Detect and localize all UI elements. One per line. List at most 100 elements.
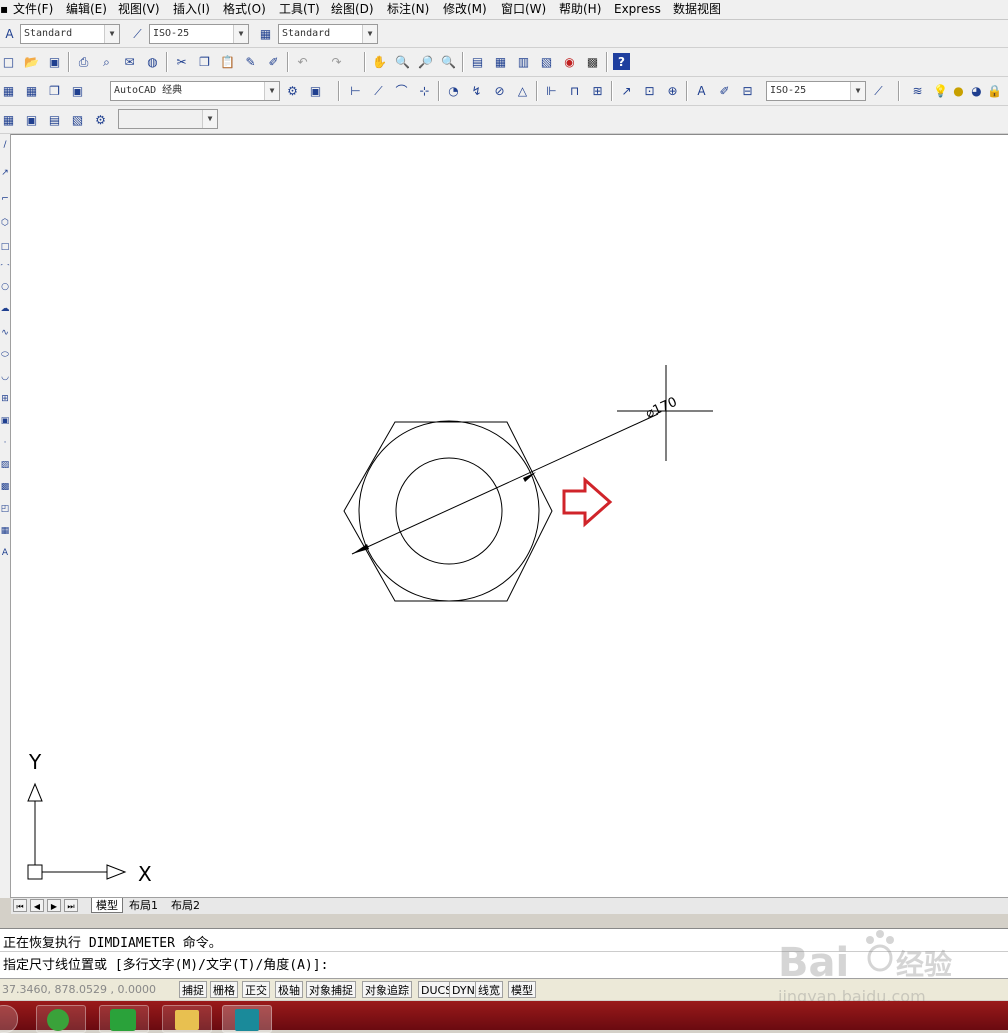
workspace-gear-icon[interactable]: ⚙ — [284, 82, 301, 99]
dim-text-edit-icon[interactable]: ✐ — [716, 82, 733, 99]
plot-icon[interactable]: ◍ — [144, 53, 161, 70]
print-icon[interactable]: ⎙ — [75, 53, 92, 70]
dim-diameter-icon[interactable]: ⊘ — [491, 82, 508, 99]
layout-icon[interactable]: ❐ — [46, 82, 63, 99]
menu-express[interactable]: Express — [614, 2, 661, 17]
workspace-settings-icon[interactable]: ▦ — [23, 82, 40, 99]
preview-icon[interactable]: ⌕ — [98, 53, 115, 70]
zoom-previous-icon[interactable]: 🔍 — [440, 53, 457, 70]
calculator-icon[interactable]: ▩ — [584, 53, 601, 70]
layer-state-icon[interactable]: ▤ — [46, 111, 63, 128]
menu-file[interactable]: 文件(F) — [13, 2, 53, 17]
blockeditor-icon[interactable]: ✐ — [265, 53, 282, 70]
paste-icon[interactable]: 📋 — [219, 53, 236, 70]
dim-update-icon[interactable]: ⊟ — [739, 82, 756, 99]
snap-toggle[interactable]: 捕捉 — [179, 981, 207, 998]
otrack-toggle[interactable]: 对象追踪 — [362, 981, 412, 998]
matchprop-icon[interactable]: ✎ — [242, 53, 259, 70]
layer-manager-icon[interactable]: ≋ — [909, 82, 926, 99]
command-prompt[interactable]: 指定尺寸线位置或 [多行文字(M)/文字(T)/角度(A)]: — [3, 954, 328, 973]
dim-baseline-icon[interactable]: ⊓ — [566, 82, 583, 99]
lightbulb-icon[interactable]: 💡 — [932, 82, 949, 99]
drawing-canvas[interactable]: ⌀170 X Y — [11, 134, 1008, 899]
prev-tab-icon[interactable]: ◀ — [30, 899, 44, 912]
dyn-toggle[interactable]: DYN — [449, 981, 478, 998]
text-style-icon[interactable]: A — [1, 25, 18, 42]
tolerance-icon[interactable]: ⊡ — [641, 82, 658, 99]
markup-icon[interactable]: ◉ — [561, 53, 578, 70]
toolpalettes-icon[interactable]: ▥ — [515, 53, 532, 70]
dim-edit-icon[interactable]: A — [693, 82, 710, 99]
table-style-icon[interactable]: ▦ — [257, 25, 274, 42]
undo-icon[interactable]: ↶ — [294, 53, 311, 70]
make-block-icon[interactable]: ▣ — [0, 416, 10, 426]
line-icon[interactable]: / — [0, 140, 10, 150]
point-icon[interactable]: · — [0, 438, 10, 448]
menu-dimension[interactable]: 标注(N) — [387, 2, 429, 17]
table-icon[interactable]: ▦ — [0, 526, 10, 536]
dim-style-select[interactable]: ISO-25 ▼ — [149, 24, 249, 44]
next-tab-icon[interactable]: ▶ — [47, 899, 61, 912]
dim-style-select-2[interactable]: ISO-25 ▼ — [766, 81, 866, 101]
designcenter-icon[interactable]: ▦ — [492, 53, 509, 70]
quick-dim-icon[interactable]: ⊩ — [543, 82, 560, 99]
sun-icon[interactable]: ● — [950, 82, 967, 99]
taskbar-browser[interactable] — [36, 1005, 86, 1033]
menu-help[interactable]: 帮助(H) — [559, 2, 601, 17]
circle-icon[interactable]: ○ — [0, 282, 10, 292]
dim-aligned-icon[interactable]: ⟋ — [370, 82, 387, 99]
text-style-select[interactable]: Standard ▼ — [20, 24, 120, 44]
start-button[interactable] — [0, 1005, 18, 1033]
publish-icon[interactable]: ✉ — [121, 53, 138, 70]
mtext-icon[interactable]: A — [0, 548, 10, 558]
lock-icon[interactable]: 🔒 — [986, 82, 1003, 99]
cut-icon[interactable]: ✂ — [173, 53, 190, 70]
rectangle-icon[interactable]: □ — [0, 242, 10, 252]
menu-format[interactable]: 格式(O) — [223, 2, 266, 17]
dim-jogged-icon[interactable]: ↯ — [468, 82, 485, 99]
redo-icon[interactable]: ↷ — [328, 53, 345, 70]
workspace-select[interactable]: AutoCAD 经典 ▼ — [110, 81, 280, 101]
layer-prev-icon[interactable]: ▦ — [0, 111, 17, 128]
dim-radius-icon[interactable]: ◔ — [445, 82, 462, 99]
dim-arclength-icon[interactable]: ⌒ — [393, 82, 410, 99]
osnap-toggle[interactable]: 对象捕捉 — [306, 981, 356, 998]
menu-tools[interactable]: 工具(T) — [279, 2, 320, 17]
freeze-icon[interactable]: ◕ — [968, 82, 985, 99]
dim-linear-icon[interactable]: ⊢ — [347, 82, 364, 99]
insert-block-icon[interactable]: ⊞ — [0, 394, 10, 404]
dim-angular-icon[interactable]: △ — [514, 82, 531, 99]
dim-ordinate-icon[interactable]: ⊹ — [416, 82, 433, 99]
table-style-select[interactable]: Standard ▼ — [278, 24, 378, 44]
save-workspace-icon[interactable]: ▣ — [69, 82, 86, 99]
new-icon[interactable]: □ — [0, 53, 17, 70]
help-icon[interactable]: ? — [613, 53, 630, 70]
grid-toggle[interactable]: 栅格 — [210, 981, 238, 998]
spline-icon[interactable]: ∿ — [0, 328, 10, 338]
ellipse-arc-icon[interactable]: ◡ — [0, 372, 10, 382]
layer-walk-icon[interactable]: ⚙ — [92, 111, 109, 128]
coordinate-readout[interactable]: 37.3460, 878.0529 , 0.0000 — [0, 981, 176, 998]
construction-line-icon[interactable]: ↗ — [0, 168, 10, 178]
menu-dataview[interactable]: 数据视图 — [673, 2, 721, 17]
pan-icon[interactable]: ✋ — [371, 53, 388, 70]
ellipse-icon[interactable]: ⬭ — [0, 350, 10, 360]
dim-style-icon[interactable]: ⟋ — [129, 25, 146, 42]
ortho-toggle[interactable]: 正交 — [242, 981, 270, 998]
menu-window[interactable]: 窗口(W) — [501, 2, 546, 17]
taskbar-autocad[interactable] — [222, 1005, 272, 1033]
dim-style-manager-icon[interactable]: ⟋ — [870, 82, 887, 99]
properties-icon[interactable]: ▤ — [469, 53, 486, 70]
sheetset-icon[interactable]: ▧ — [538, 53, 555, 70]
copy-icon[interactable]: ❐ — [196, 53, 213, 70]
hatch-icon[interactable]: ▨ — [0, 460, 10, 470]
first-tab-icon[interactable]: ⏮ — [13, 899, 27, 912]
taskbar-iqiyi[interactable] — [99, 1005, 149, 1033]
quick-leader-icon[interactable]: ↗ — [618, 82, 635, 99]
region-icon[interactable]: ◰ — [0, 504, 10, 514]
menu-view[interactable]: 视图(V) — [118, 2, 160, 17]
menu-draw[interactable]: 绘图(D) — [331, 2, 374, 17]
layer-iso-icon[interactable]: ▧ — [69, 111, 86, 128]
zoom-window-icon[interactable]: 🔎 — [417, 53, 434, 70]
menu-edit[interactable]: 编辑(E) — [66, 2, 107, 17]
